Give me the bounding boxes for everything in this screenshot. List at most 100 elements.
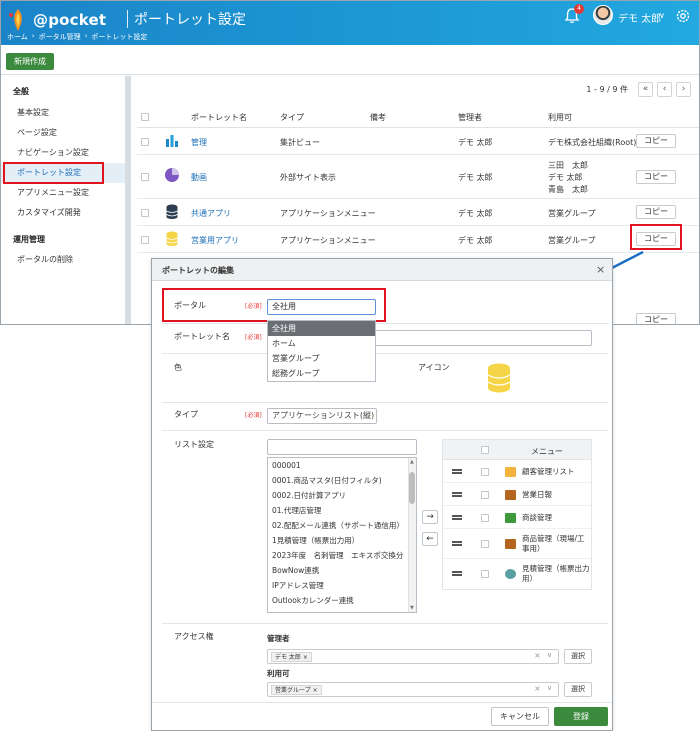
portal-option[interactable]: 全社用 bbox=[268, 321, 375, 336]
drag-handle-icon[interactable] bbox=[452, 571, 462, 576]
pager-prev-button[interactable]: ‹ bbox=[657, 82, 672, 97]
row-checkbox[interactable] bbox=[141, 236, 149, 244]
portal-option[interactable]: 営業グループ bbox=[268, 351, 375, 366]
sidebar-item-basic[interactable]: 基本設定 bbox=[1, 103, 125, 123]
usable-select-button[interactable]: 選択 bbox=[564, 682, 592, 697]
chevron-down-icon[interactable]: ∨ bbox=[547, 651, 552, 659]
type-select[interactable]: アプリケーションリスト(縦) bbox=[267, 408, 377, 424]
drag-handle-icon[interactable] bbox=[452, 469, 462, 474]
breadcrumb-home[interactable]: ホーム bbox=[7, 32, 28, 42]
row-checkbox[interactable] bbox=[481, 491, 489, 499]
copy-button[interactable]: コピー bbox=[636, 313, 676, 324]
portlet-name-link[interactable]: 共通アプリ bbox=[191, 208, 231, 219]
table-row[interactable]: 共通アプリ アプリケーションメニュー デモ 太郎 営業グループ コピー bbox=[137, 199, 699, 226]
row-checkbox[interactable] bbox=[141, 138, 149, 146]
list-item[interactable]: 1見積管理（帳票出力用） bbox=[268, 533, 416, 548]
dialog-header: ポートレットの編集 × bbox=[152, 259, 612, 281]
table-row[interactable]: 管理 集計ビュー デモ 太郎 デモ株式会社組織(Root) コピー bbox=[137, 128, 699, 155]
clear-icon[interactable]: × bbox=[534, 684, 541, 693]
list-item[interactable]: Outlookカレンダー連携 bbox=[268, 593, 416, 608]
menu-row[interactable]: 顧客管理リスト bbox=[443, 460, 591, 483]
edit-portlet-dialog: ポートレットの編集 × ポータル [必須] 全社用 ポートレット名 [必須] 色… bbox=[151, 258, 613, 731]
scrollbar[interactable]: ▲ ▼ bbox=[408, 458, 416, 612]
notification-badge: 4 bbox=[574, 4, 584, 14]
cancel-button[interactable]: キャンセル bbox=[491, 707, 549, 726]
menu-row[interactable]: 商品管理（現場/工事用） bbox=[443, 529, 591, 559]
list-item[interactable]: IPアドレス管理 bbox=[268, 578, 416, 593]
column-header-type[interactable]: タイプ bbox=[280, 112, 304, 123]
save-button[interactable]: 登録 bbox=[554, 707, 608, 726]
clear-icon[interactable]: × bbox=[534, 651, 541, 660]
scroll-down-icon[interactable]: ▼ bbox=[410, 605, 414, 611]
select-all-checkbox[interactable] bbox=[141, 113, 149, 121]
portlet-name-link[interactable]: 動画 bbox=[191, 172, 207, 183]
portlet-name-link[interactable]: 営業用アプリ bbox=[191, 235, 239, 246]
drag-handle-icon[interactable] bbox=[452, 541, 462, 546]
menu-row[interactable]: 商談管理 bbox=[443, 506, 591, 529]
tag-remove-icon[interactable]: × bbox=[303, 654, 308, 661]
avatar[interactable] bbox=[593, 5, 613, 25]
logo[interactable]: @pocket bbox=[7, 7, 106, 33]
column-header-usable[interactable]: 利用可 bbox=[548, 112, 572, 123]
column-header-admin[interactable]: 管理者 bbox=[458, 112, 482, 123]
table-row[interactable]: 動画 外部サイト表示 デモ 太郎 三田 太郎 デモ 太郎 青島 太郎 コピー bbox=[137, 155, 699, 199]
list-item[interactable]: 01.代理店管理 bbox=[268, 503, 416, 518]
portal-dropdown-list: 全社用 ホーム 営業グループ 総務グループ bbox=[267, 320, 376, 382]
pager: 1 - 9 / 9 件 « ‹ › bbox=[586, 82, 691, 97]
sidebar-item-app-menu[interactable]: アプリメニュー設定 bbox=[1, 183, 125, 203]
drag-handle-icon[interactable] bbox=[452, 515, 462, 520]
portlet-name-link[interactable]: 管理 bbox=[191, 137, 207, 148]
list-item[interactable]: 02.配配メール連携（サポート通信用） bbox=[268, 518, 416, 533]
list-search-input[interactable] bbox=[267, 439, 417, 455]
user-name[interactable]: デモ 太郎 bbox=[618, 10, 661, 25]
gear-icon[interactable] bbox=[674, 7, 692, 25]
column-header-note[interactable]: 備考 bbox=[370, 112, 386, 123]
select-all-checkbox[interactable] bbox=[481, 446, 489, 454]
move-left-button[interactable]: ← bbox=[422, 532, 438, 546]
list-item[interactable]: 2023年度 名刺管理 エキスポ交換分 bbox=[268, 548, 416, 563]
database-yellow-icon[interactable] bbox=[487, 363, 511, 393]
list-item[interactable]: 0001.商品マスタ(日付フィルタ) bbox=[268, 473, 416, 488]
copy-button[interactable]: コピー bbox=[636, 205, 676, 219]
sidebar-item-customize[interactable]: カスタマイズ開発 bbox=[1, 203, 125, 223]
list-item[interactable]: 000001 bbox=[268, 458, 416, 473]
row-checkbox[interactable] bbox=[481, 514, 489, 522]
menu-row[interactable]: 見積管理（帳票出力用） bbox=[443, 559, 591, 589]
pager-first-button[interactable]: « bbox=[638, 82, 653, 97]
portlet-type: 外部サイト表示 bbox=[280, 173, 336, 182]
chevron-down-icon[interactable]: ∨ bbox=[547, 684, 552, 692]
portlet-name-label: ポートレット名 bbox=[174, 332, 230, 341]
pager-next-button[interactable]: › bbox=[676, 82, 691, 97]
copy-button[interactable]: コピー bbox=[636, 134, 676, 148]
drag-handle-icon[interactable] bbox=[452, 492, 462, 497]
row-checkbox[interactable] bbox=[141, 209, 149, 217]
sidebar-item-navigation[interactable]: ナビゲーション設定 bbox=[1, 143, 125, 163]
scroll-up-icon[interactable]: ▲ bbox=[410, 459, 414, 465]
move-right-button[interactable]: → bbox=[422, 510, 438, 524]
scrollbar-thumb[interactable] bbox=[409, 472, 415, 504]
usable-tag-field[interactable]: 営業グループ × × ∨ bbox=[267, 682, 559, 697]
sidebar-item-delete-portal[interactable]: ポータルの削除 bbox=[1, 250, 125, 270]
close-icon[interactable]: × bbox=[596, 263, 605, 276]
required-mark: [必須] bbox=[245, 412, 262, 419]
menu-header: メニュー bbox=[531, 447, 563, 456]
list-item[interactable]: 0002.日付計算アプリ bbox=[268, 488, 416, 503]
new-button[interactable]: 新規作成 bbox=[6, 53, 54, 70]
list-item[interactable]: BowNow連携 bbox=[268, 563, 416, 578]
admin-select-button[interactable]: 選択 bbox=[564, 649, 592, 664]
copy-button[interactable]: コピー bbox=[636, 170, 676, 184]
row-checkbox[interactable] bbox=[481, 540, 489, 548]
row-checkbox[interactable] bbox=[481, 468, 489, 476]
menu-row[interactable]: 営業日報 bbox=[443, 483, 591, 506]
sidebar-item-page[interactable]: ページ設定 bbox=[1, 123, 125, 143]
portal-option[interactable]: 総務グループ bbox=[268, 366, 375, 381]
row-checkbox[interactable] bbox=[141, 173, 149, 181]
column-header-name[interactable]: ポートレット名 bbox=[191, 112, 247, 123]
chevron-down-icon: ∨ bbox=[366, 411, 372, 419]
tag-remove-icon[interactable]: × bbox=[313, 687, 318, 694]
row-checkbox[interactable] bbox=[481, 570, 489, 578]
admin-tag-field[interactable]: デモ 太郎 × × ∨ bbox=[267, 649, 559, 664]
portal-option[interactable]: ホーム bbox=[268, 336, 375, 351]
chevron-down-icon[interactable]: ∨ bbox=[659, 11, 665, 20]
breadcrumb-portal-admin[interactable]: ポータル管理 bbox=[39, 32, 81, 42]
